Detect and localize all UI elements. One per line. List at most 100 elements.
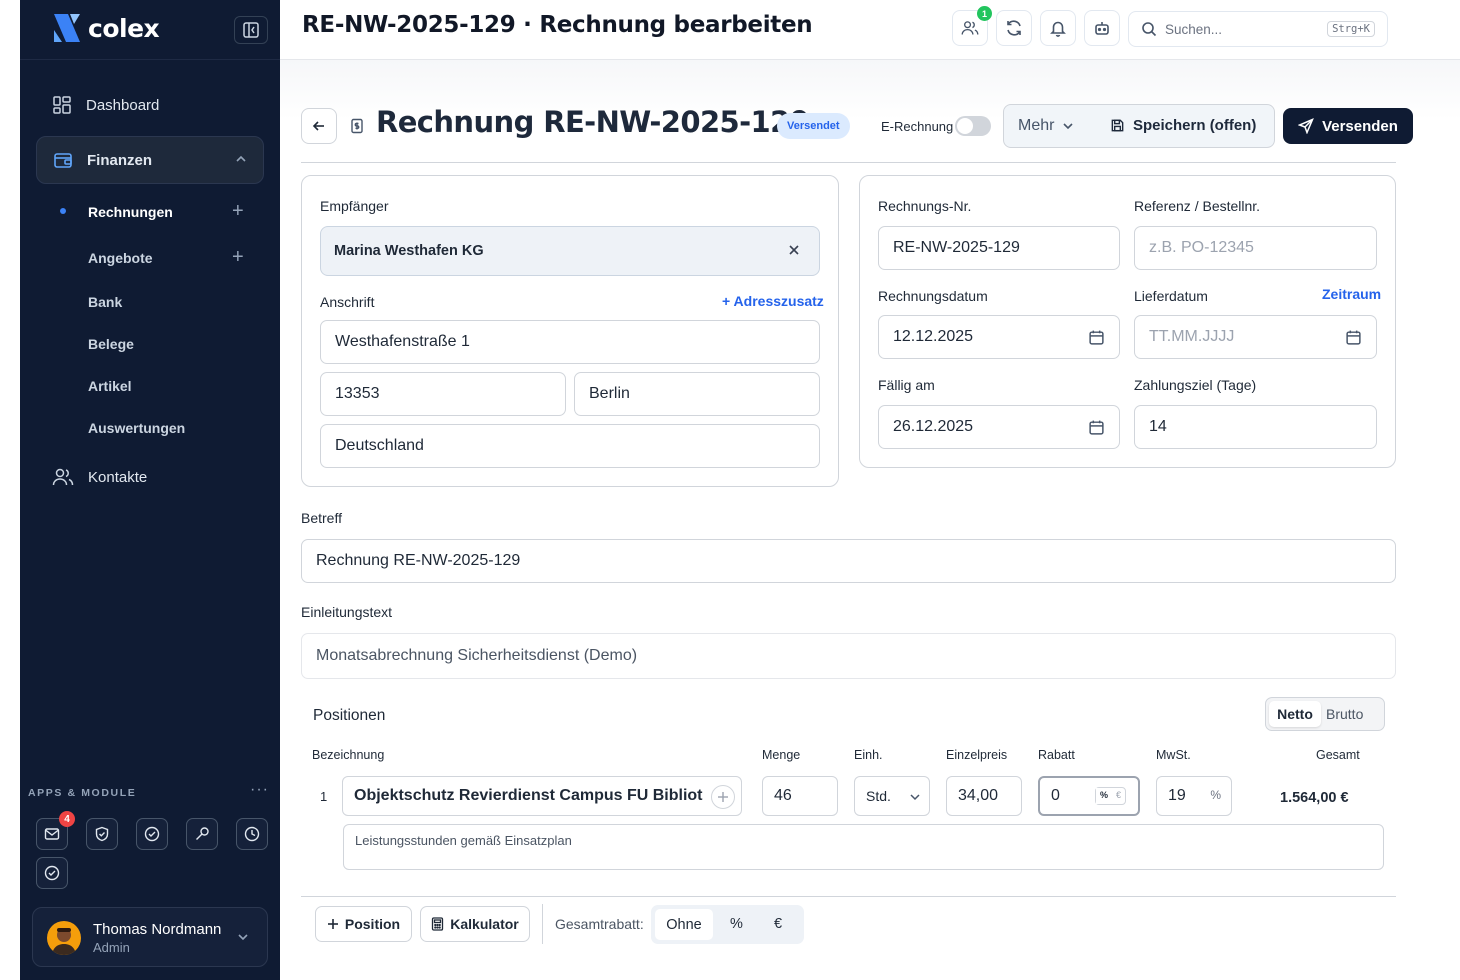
unit-value: Std. xyxy=(866,788,891,804)
calendar-icon[interactable] xyxy=(1088,329,1105,346)
subject-label: Betreff xyxy=(301,510,342,526)
brand-logo[interactable]: colex xyxy=(52,12,160,44)
street-input[interactable]: Westhafenstraße 1 xyxy=(320,320,820,364)
sidebar-item-auswertungen[interactable]: Auswertungen xyxy=(88,420,258,436)
search-placeholder: Suchen... xyxy=(1165,21,1223,37)
app-tasks-button[interactable] xyxy=(136,818,168,850)
shield-check-icon xyxy=(95,826,109,842)
save-label: Speichern (offen) xyxy=(1133,117,1257,134)
reference-input[interactable]: z.B. PO-12345 xyxy=(1134,226,1377,270)
send-icon xyxy=(1298,118,1314,134)
sidebar: colex Dashboard Finanzen Rechnungen + An… xyxy=(20,0,280,980)
app-time-button[interactable] xyxy=(236,818,268,850)
nav-item-kontakte[interactable]: Kontakte xyxy=(36,453,264,501)
more-menu-button[interactable]: Mehr xyxy=(1018,117,1074,135)
plus-icon xyxy=(327,919,338,929)
calendar-icon[interactable] xyxy=(1345,329,1362,346)
user-menu[interactable]: Thomas Nordmann Admin xyxy=(32,907,268,967)
delivery-range-link[interactable]: Zeitraum xyxy=(1322,286,1381,302)
circle-check-icon xyxy=(144,826,160,842)
erechnung-toggle[interactable] xyxy=(955,116,991,136)
vat-input[interactable]: 19 % xyxy=(1156,776,1232,816)
payment-terms-input[interactable]: 14 xyxy=(1134,405,1377,449)
app-shield-button[interactable] xyxy=(86,818,118,850)
send-label: Versenden xyxy=(1322,117,1398,135)
sync-button[interactable] xyxy=(996,10,1032,46)
brand-name: colex xyxy=(88,13,160,43)
actions-button-group: Mehr Speichern (offen) xyxy=(1003,104,1275,148)
save-button[interactable]: Speichern (offen) xyxy=(1110,117,1256,134)
online-users-button[interactable]: 1 xyxy=(952,6,992,46)
intro-text-input[interactable]: Monatsabrechnung Sicherheitsdienst (Demo… xyxy=(301,633,1396,679)
total-discount-percent[interactable]: % xyxy=(730,916,743,932)
page-breadcrumb-title: RE-NW-2025-129 · Rechnung bearbeiten xyxy=(302,12,813,38)
notifications-button[interactable] xyxy=(1040,10,1076,46)
sidebar-item-belege[interactable]: Belege xyxy=(88,336,258,352)
window-left-edge xyxy=(0,0,20,980)
total-discount-none[interactable]: Ohne xyxy=(655,909,713,940)
country-input[interactable]: Deutschland xyxy=(320,424,820,468)
global-search-input[interactable]: Suchen... Strg+K xyxy=(1128,11,1388,47)
nav-item-finanzen[interactable]: Finanzen xyxy=(36,136,264,184)
add-address-extra-link[interactable]: + Adresszusatz xyxy=(722,293,824,309)
sidebar-item-artikel[interactable]: Artikel xyxy=(88,378,258,394)
avatar-image xyxy=(47,921,81,955)
apps-more-button[interactable]: ··· xyxy=(250,781,269,799)
discount-input[interactable]: 0 % € xyxy=(1038,776,1140,816)
add-rechnung-button[interactable]: + xyxy=(232,201,244,221)
app-tools-button[interactable] xyxy=(186,818,218,850)
payment-terms-label: Zahlungsziel (Tage) xyxy=(1134,377,1257,393)
invoice-date-input[interactable]: 12.12.2025 xyxy=(878,315,1120,359)
zip-input[interactable]: 13353 xyxy=(320,372,566,416)
collapse-sidebar-button[interactable] xyxy=(234,16,268,44)
brutto-option[interactable]: Brutto xyxy=(1326,706,1363,722)
clock-icon xyxy=(244,826,260,842)
mail-badge: 4 xyxy=(59,811,75,827)
bot-icon xyxy=(1095,22,1109,35)
sidebar-item-bank[interactable]: Bank xyxy=(88,294,258,310)
current-page-dot xyxy=(60,208,66,214)
position-description-input[interactable]: Leistungsstunden gemäß Einsatzplan xyxy=(343,824,1384,870)
vat-suffix: % xyxy=(1210,788,1221,802)
column-header-price: Einzelpreis xyxy=(946,748,1008,762)
calculator-button[interactable]: Kalkulator xyxy=(420,906,530,942)
delivery-date-input[interactable]: TT.MM.JJJJ xyxy=(1134,315,1377,359)
subject-input[interactable]: Rechnung RE-NW-2025-129 xyxy=(301,539,1396,583)
column-header-vat: MwSt. xyxy=(1156,748,1191,762)
unit-select[interactable]: Std. xyxy=(854,776,930,816)
close-icon[interactable] xyxy=(787,243,801,257)
arrow-left-icon xyxy=(312,121,324,131)
recipient-value: Marina Westhafen KG xyxy=(334,243,484,259)
quantity-input[interactable]: 46 xyxy=(762,776,838,816)
position-number: 1 xyxy=(320,789,328,804)
page-title: Rechnung RE-NW-2025-129 xyxy=(376,105,810,139)
back-button[interactable] xyxy=(301,108,337,144)
assistant-bot-button[interactable] xyxy=(1084,10,1120,46)
due-date-input[interactable]: 26.12.2025 xyxy=(878,405,1120,449)
discount-type-percent[interactable]: % xyxy=(1095,788,1112,804)
users-icon xyxy=(52,468,74,486)
app-approvals-button[interactable] xyxy=(36,857,68,889)
netto-option[interactable]: Netto xyxy=(1269,701,1321,727)
position-name-input[interactable]: Objektschutz Revierdienst Campus FU Bibl… xyxy=(342,776,742,816)
add-position-button[interactable]: Position xyxy=(315,906,412,942)
plus-icon xyxy=(718,792,728,802)
invoice-number-input[interactable]: RE-NW-2025-129 xyxy=(878,226,1120,270)
total-discount-euro[interactable]: € xyxy=(774,916,782,932)
calendar-icon[interactable] xyxy=(1088,419,1105,436)
discount-type-euro[interactable]: € xyxy=(1112,788,1125,804)
nav-item-dashboard[interactable]: Dashboard xyxy=(36,81,264,129)
send-button[interactable]: Versenden xyxy=(1283,108,1413,144)
recipient-select[interactable]: Marina Westhafen KG xyxy=(320,226,820,276)
floppy-disk-icon xyxy=(1111,119,1124,132)
add-angebot-button[interactable]: + xyxy=(232,247,244,267)
article-picker-button[interactable] xyxy=(711,785,735,809)
app-mail-button[interactable]: 4 xyxy=(36,811,75,850)
refresh-icon xyxy=(1007,20,1021,36)
nav-label: Finanzen xyxy=(87,151,153,169)
column-header-name: Bezeichnung xyxy=(312,748,385,762)
unit-price-input[interactable]: 34,00 xyxy=(946,776,1022,816)
avatar xyxy=(47,921,81,955)
city-input[interactable]: Berlin xyxy=(574,372,820,416)
discount-value: 0 xyxy=(1051,787,1060,804)
